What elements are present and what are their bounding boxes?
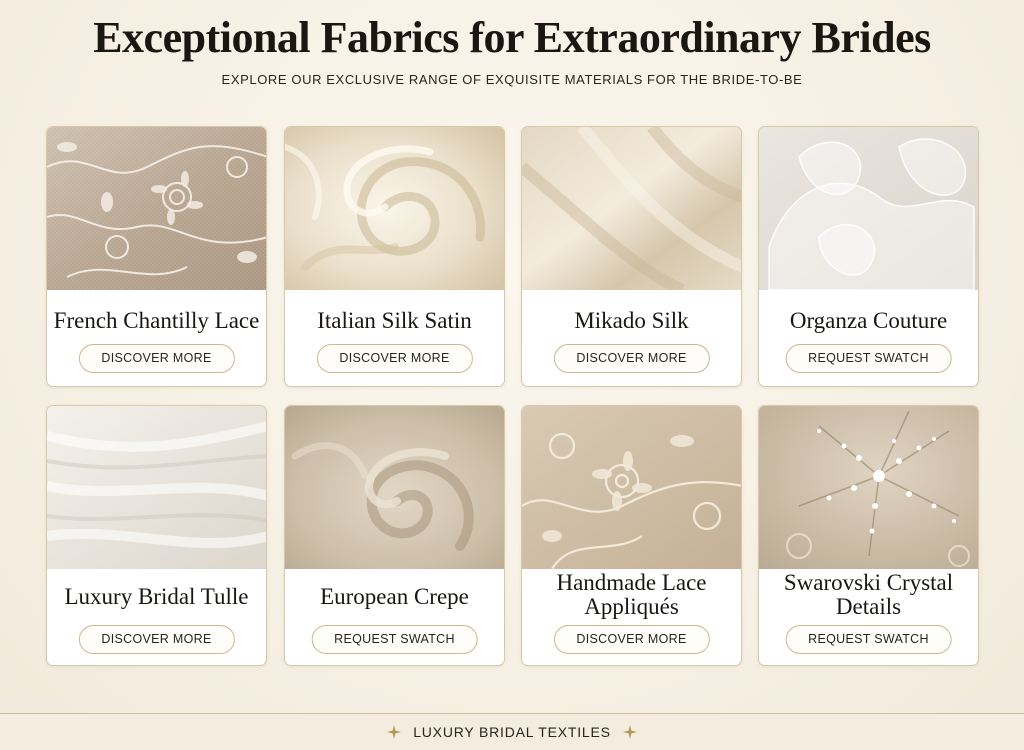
fabric-image-satin (285, 127, 504, 290)
page-subtitle: EXPLORE OUR EXCLUSIVE RANGE OF EXQUISITE… (221, 72, 803, 87)
fabric-name: Luxury Bridal Tulle (64, 584, 249, 609)
fabric-name: Italian Silk Satin (317, 308, 472, 333)
fabric-image-organza (759, 127, 978, 290)
discover-more-button[interactable]: DISCOVER MORE (553, 625, 710, 654)
page-title: Exceptional Fabrics for Extraordinary Br… (93, 13, 931, 62)
footer: LUXURY BRIDAL TEXTILES (0, 714, 1024, 750)
fabric-card-french-chantilly-lace[interactable]: French Chantilly Lace DISCOVER MORE (46, 126, 267, 387)
sparkle-icon (387, 725, 402, 739)
fabric-name: Mikado Silk (574, 308, 689, 333)
fabric-name: Organza Couture (789, 308, 948, 333)
discover-more-button[interactable]: DISCOVER MORE (78, 625, 235, 654)
fabric-image-lace (47, 127, 266, 290)
page: Exceptional Fabrics for Extraordinary Br… (0, 0, 1024, 750)
fabric-card-luxury-bridal-tulle[interactable]: Luxury Bridal Tulle DISCOVER MORE (46, 405, 267, 666)
request-swatch-button[interactable]: REQUEST SWATCH (311, 625, 478, 654)
fabric-image-crepe (285, 406, 504, 569)
sparkle-icon (622, 725, 637, 739)
fabric-card-organza-couture[interactable]: Organza Couture REQUEST SWATCH (758, 126, 979, 387)
request-swatch-button[interactable]: REQUEST SWATCH (785, 625, 952, 654)
fabric-card-handmade-lace-appliques[interactable]: Handmade Lace Appliqués DISCOVER MORE (521, 405, 742, 666)
discover-more-button[interactable]: DISCOVER MORE (316, 344, 473, 373)
fabric-image-tulle (47, 406, 266, 569)
fabric-name: Swarovski Crystal Details (783, 570, 954, 619)
fabric-card-italian-silk-satin[interactable]: Italian Silk Satin DISCOVER MORE (284, 126, 505, 387)
fabric-image-lace-appliques (522, 406, 741, 569)
request-swatch-button[interactable]: REQUEST SWATCH (785, 344, 952, 373)
fabric-name: European Crepe (320, 584, 469, 609)
fabric-card-european-crepe[interactable]: European Crepe REQUEST SWATCH (284, 405, 505, 666)
discover-more-button[interactable]: DISCOVER MORE (78, 344, 235, 373)
fabric-card-swarovski-crystal-details[interactable]: Swarovski Crystal Details REQUEST SWATCH (758, 405, 979, 666)
fabric-image-mikado (522, 127, 741, 290)
fabric-image-crystals (759, 406, 978, 569)
fabric-name: Handmade Lace Appliqués (556, 570, 707, 619)
footer-label: LUXURY BRIDAL TEXTILES (413, 724, 611, 740)
fabric-card-mikado-silk[interactable]: Mikado Silk DISCOVER MORE (521, 126, 742, 387)
fabric-name: French Chantilly Lace (53, 308, 260, 333)
discover-more-button[interactable]: DISCOVER MORE (553, 344, 710, 373)
